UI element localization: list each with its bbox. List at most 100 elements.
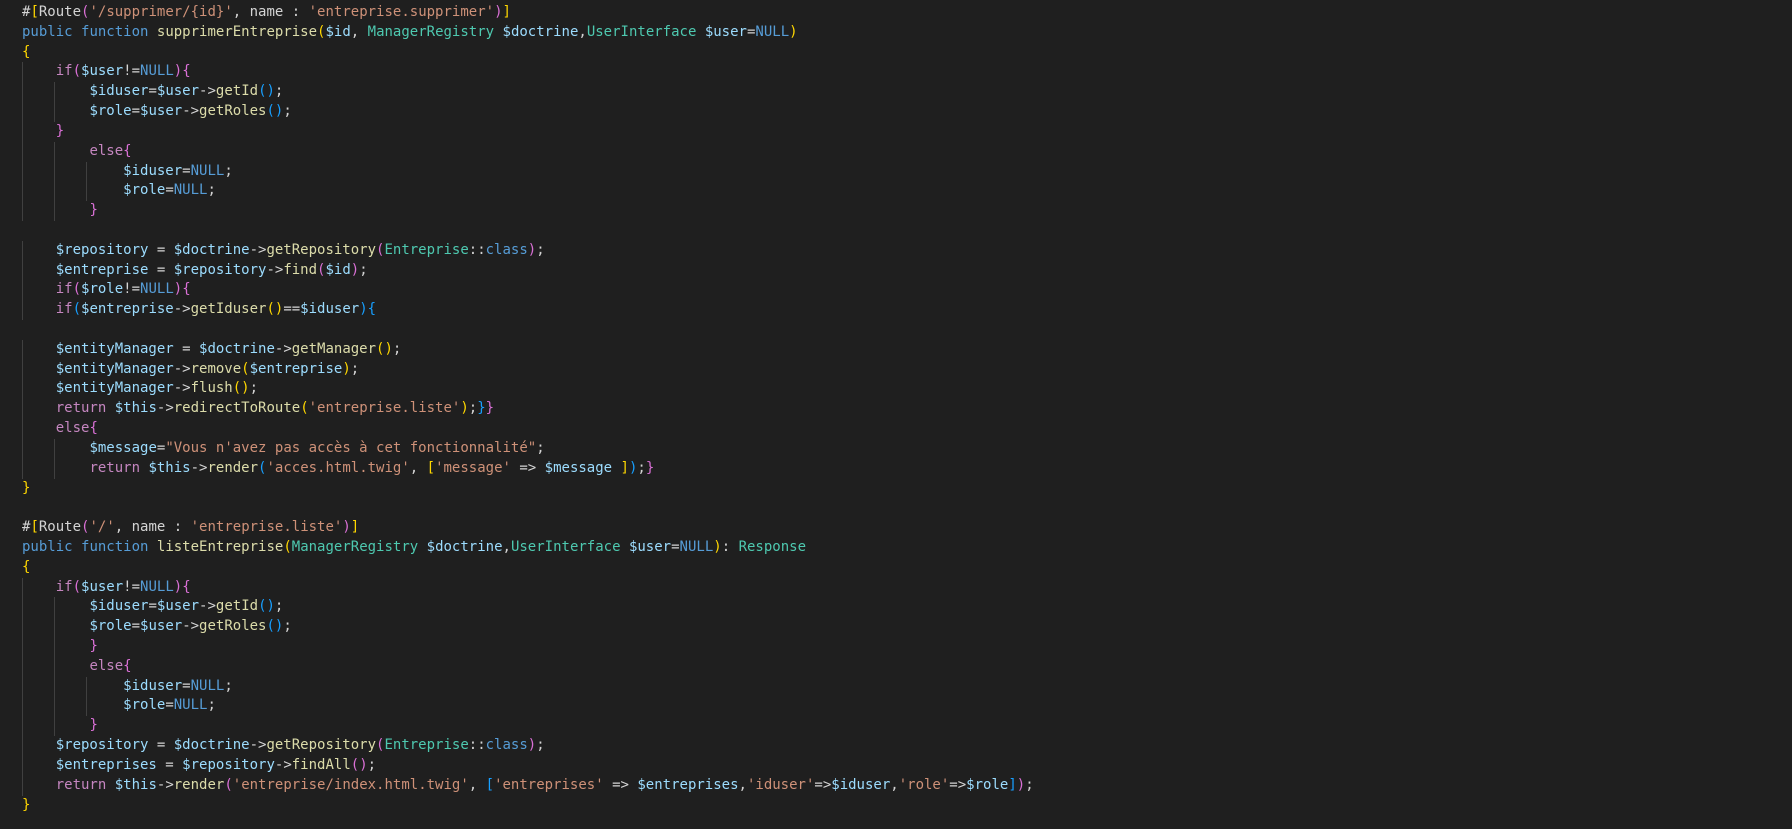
- code-token: ->: [156, 400, 174, 417]
- code-token: {: [89, 420, 98, 437]
- code-line[interactable]: return $this->render('entreprise/index.h…: [22, 775, 1034, 796]
- code-line[interactable]: if($user!=NULL){: [22, 62, 1034, 83]
- indent-guide: [22, 240, 23, 261]
- indent-guide: [22, 280, 23, 301]
- code-line[interactable]: public function supprimerEntreprise($id,…: [22, 23, 1034, 43]
- code-line[interactable]: }: [22, 637, 1034, 657]
- code-line[interactable]: $iduser=$user->getId();: [22, 82, 1034, 103]
- code-line[interactable]: #[Route('/', name : 'entreprise.liste')]: [22, 518, 1034, 538]
- code-token: Response: [738, 538, 806, 555]
- code-line[interactable]: $entityManager->remove($entreprise);: [22, 359, 1034, 380]
- code-token: ,: [502, 538, 511, 555]
- code-line[interactable]: else{: [22, 141, 1034, 162]
- code-token: $role: [81, 281, 124, 298]
- code-token: ::: [468, 241, 486, 258]
- code-line[interactable]: [22, 320, 1034, 340]
- code-token: , name :: [114, 519, 191, 536]
- code-token: 'entreprise.liste': [308, 400, 461, 417]
- code-token: =: [165, 182, 174, 199]
- code-line[interactable]: {: [22, 558, 1034, 578]
- code-token: $this: [114, 776, 157, 793]
- code-line[interactable]: if($entreprise->getIduser()==$iduser){: [22, 300, 1034, 320]
- code-line[interactable]: }: [22, 796, 1034, 816]
- code-line[interactable]: $entreprise = $repository->find($id);: [22, 260, 1034, 281]
- code-token: $doctrine: [502, 23, 579, 40]
- code-line[interactable]: if($user!=NULL){: [22, 577, 1034, 598]
- code-token: $iduser: [831, 776, 891, 793]
- code-line[interactable]: else{: [22, 419, 1034, 439]
- code-line[interactable]: }: [22, 121, 1034, 142]
- code-token: $iduser: [123, 677, 183, 694]
- code-line[interactable]: $iduser=$user->getId();: [22, 597, 1034, 618]
- code-token: ->: [266, 261, 284, 278]
- indent-guide: [22, 102, 23, 122]
- code-line[interactable]: $repository = $doctrine->getRepository(E…: [22, 240, 1034, 261]
- code-token: ): [527, 241, 537, 258]
- code-token: }: [485, 400, 495, 417]
- code-line[interactable]: public function listeEntreprise(ManagerR…: [22, 538, 1034, 558]
- code-line[interactable]: $iduser=NULL;: [22, 161, 1034, 182]
- code-token: find: [283, 261, 318, 278]
- code-line[interactable]: {: [22, 43, 1034, 63]
- indent-guide: [22, 201, 23, 221]
- code-token: {: [123, 657, 132, 674]
- code-token: {: [367, 301, 377, 318]
- code-token: $id: [325, 23, 351, 40]
- code-line[interactable]: $role=$user->getRoles();: [22, 102, 1034, 122]
- indent-guide: [22, 577, 23, 598]
- code-line[interactable]: }: [22, 716, 1034, 737]
- code-line[interactable]: return $this->redirectToRoute('entrepris…: [22, 399, 1034, 420]
- code-line[interactable]: $role=NULL;: [22, 181, 1034, 202]
- code-line[interactable]: #[Route('/supprimer/{id}', name : 'entre…: [22, 3, 1034, 23]
- code-token: $this: [148, 459, 191, 476]
- code-token: $entityManager: [55, 340, 174, 357]
- code-token: $user: [140, 103, 183, 120]
- code-token: ): [527, 737, 537, 754]
- code-line[interactable]: }: [22, 479, 1034, 499]
- code-token: $repository: [55, 737, 149, 754]
- code-token: $doctrine: [173, 241, 250, 258]
- code-token: $entreprises: [637, 776, 739, 793]
- code-token: UserInterface: [510, 538, 621, 555]
- code-line[interactable]: [22, 221, 1034, 241]
- code-token: $user: [156, 83, 200, 100]
- code-token: render: [207, 459, 259, 476]
- code-token: (: [224, 776, 233, 793]
- code-token: getId: [215, 598, 259, 615]
- code-area[interactable]: #[Route('/supprimer/{id}', name : 'entre…: [22, 3, 1034, 815]
- code-line[interactable]: else{: [22, 656, 1034, 677]
- code-line[interactable]: $repository = $doctrine->getRepository(E…: [22, 736, 1034, 756]
- code-editor[interactable]: #[Route('/supprimer/{id}', name : 'entre…: [0, 0, 1792, 829]
- code-token: =: [148, 598, 157, 615]
- code-token: ;: [637, 459, 646, 476]
- code-token: ): [494, 4, 503, 20]
- code-line[interactable]: $entreprises = $repository->findAll();: [22, 755, 1034, 776]
- code-token: ): [173, 63, 183, 80]
- code-line[interactable]: return $this->render('acces.html.twig', …: [22, 458, 1034, 479]
- code-line[interactable]: [22, 498, 1034, 518]
- code-token: ;: [536, 439, 545, 456]
- code-token: ;: [359, 261, 368, 278]
- indent-guide: [22, 597, 23, 618]
- code-line[interactable]: $entityManager = $doctrine->getManager()…: [22, 339, 1034, 360]
- code-line[interactable]: }: [22, 201, 1034, 221]
- code-token: =>: [814, 776, 832, 793]
- code-token: , name :: [232, 4, 309, 20]
- code-line[interactable]: $role=$user->getRoles();: [22, 617, 1034, 637]
- indent-guide: [22, 716, 23, 737]
- code-token: 'entreprise/index.html.twig': [232, 776, 469, 793]
- code-token: ,: [350, 23, 368, 40]
- code-line[interactable]: $message="Vous n'avez pas accès à cet fo…: [22, 438, 1034, 459]
- code-line[interactable]: $entityManager->flush();: [22, 379, 1034, 400]
- code-token: supprimerEntreprise: [156, 23, 318, 40]
- code-line[interactable]: $role=NULL;: [22, 696, 1034, 717]
- code-line[interactable]: $iduser=NULL;: [22, 676, 1034, 697]
- code-token: (): [258, 83, 275, 100]
- code-token: ,: [578, 23, 587, 40]
- code-line[interactable]: if($role!=NULL){: [22, 280, 1034, 301]
- indent-guide: [54, 676, 55, 697]
